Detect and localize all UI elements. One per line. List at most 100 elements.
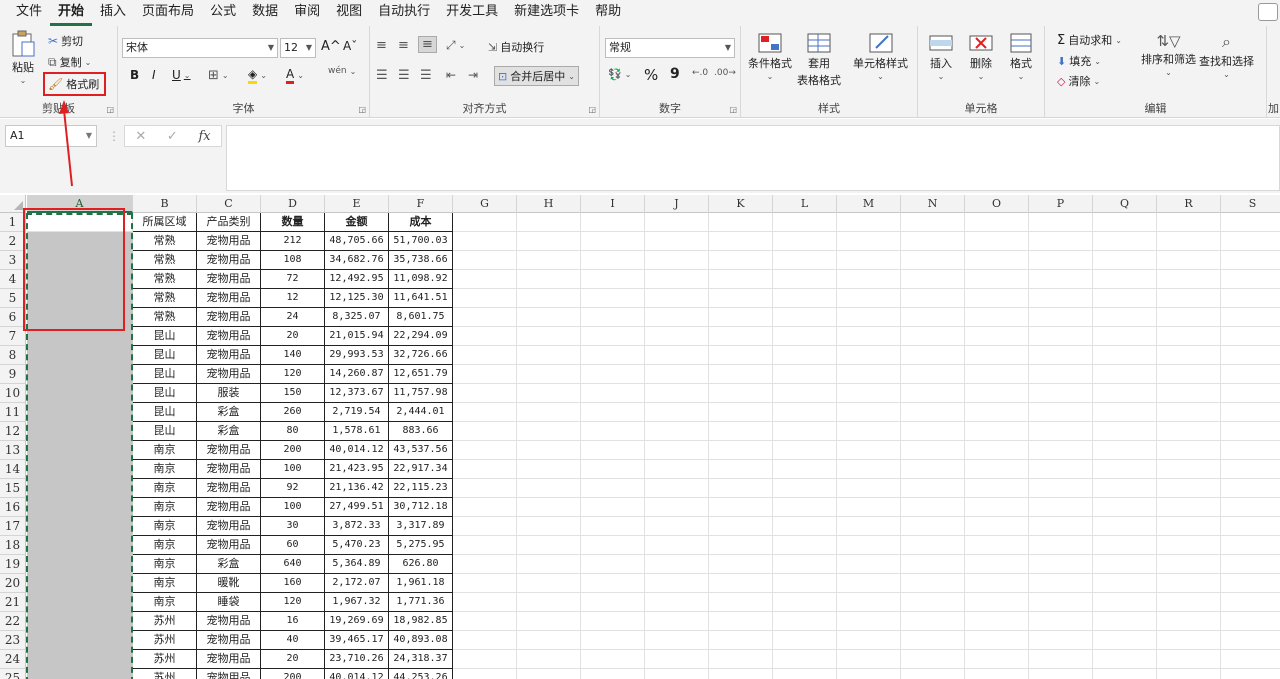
empty-cell[interactable] [1029, 669, 1093, 679]
empty-cell[interactable] [901, 346, 965, 365]
empty-cell[interactable] [709, 327, 773, 346]
data-cell[interactable]: 21,015.94 [325, 327, 389, 346]
empty-cell[interactable] [965, 422, 1029, 441]
cell-a20[interactable] [27, 574, 133, 593]
empty-cell[interactable] [581, 251, 645, 270]
data-cell[interactable]: 40,014.12 [325, 441, 389, 460]
empty-cell[interactable] [901, 213, 965, 232]
empty-cell[interactable] [1157, 365, 1221, 384]
data-cell[interactable]: 34,682.76 [325, 251, 389, 270]
empty-cell[interactable] [1093, 441, 1157, 460]
empty-cell[interactable] [709, 631, 773, 650]
header-cell[interactable]: 产品类别 [197, 213, 261, 232]
data-cell[interactable]: 宠物用品 [197, 270, 261, 289]
empty-cell[interactable] [1093, 270, 1157, 289]
data-cell[interactable]: 睡袋 [197, 593, 261, 612]
data-cell[interactable]: 60 [261, 536, 325, 555]
empty-cell[interactable] [1157, 498, 1221, 517]
data-cell[interactable]: 南京 [133, 574, 197, 593]
empty-cell[interactable] [1093, 422, 1157, 441]
data-cell[interactable]: 昆山 [133, 422, 197, 441]
data-cell[interactable]: 640 [261, 555, 325, 574]
empty-cell[interactable] [517, 460, 581, 479]
row-header[interactable]: 22 [0, 612, 26, 631]
empty-cell[interactable] [837, 441, 901, 460]
empty-cell[interactable] [965, 460, 1029, 479]
empty-cell[interactable] [1221, 498, 1280, 517]
empty-cell[interactable] [837, 479, 901, 498]
data-cell[interactable]: 常熟 [133, 289, 197, 308]
empty-cell[interactable] [453, 403, 517, 422]
empty-cell[interactable] [1221, 631, 1280, 650]
data-cell[interactable]: 11,098.92 [389, 270, 453, 289]
empty-cell[interactable] [581, 232, 645, 251]
insert-function-icon[interactable]: fx [198, 129, 210, 144]
menu-tab[interactable]: 页面布局 [134, 0, 202, 26]
empty-cell[interactable] [901, 251, 965, 270]
column-header-n[interactable]: N [901, 195, 965, 213]
empty-cell[interactable] [645, 517, 709, 536]
data-cell[interactable]: 200 [261, 669, 325, 679]
empty-cell[interactable] [965, 213, 1029, 232]
empty-cell[interactable] [1221, 365, 1280, 384]
empty-cell[interactable] [1093, 517, 1157, 536]
empty-cell[interactable] [517, 384, 581, 403]
empty-cell[interactable] [773, 631, 837, 650]
empty-cell[interactable] [965, 403, 1029, 422]
data-cell[interactable]: 23,710.26 [325, 650, 389, 669]
empty-cell[interactable] [965, 669, 1029, 679]
column-header-k[interactable]: K [709, 195, 773, 213]
empty-cell[interactable] [517, 232, 581, 251]
cell-a25[interactable] [27, 669, 133, 679]
empty-cell[interactable] [581, 441, 645, 460]
empty-cell[interactable] [581, 631, 645, 650]
empty-cell[interactable] [709, 232, 773, 251]
empty-cell[interactable] [1221, 251, 1280, 270]
empty-cell[interactable] [1093, 536, 1157, 555]
empty-cell[interactable] [1029, 251, 1093, 270]
empty-cell[interactable] [645, 270, 709, 289]
data-cell[interactable]: 150 [261, 384, 325, 403]
empty-cell[interactable] [1157, 441, 1221, 460]
empty-cell[interactable] [709, 555, 773, 574]
column-header-r[interactable]: R [1157, 195, 1221, 213]
empty-cell[interactable] [837, 327, 901, 346]
empty-cell[interactable] [517, 479, 581, 498]
empty-cell[interactable] [453, 384, 517, 403]
empty-cell[interactable] [773, 479, 837, 498]
data-cell[interactable]: 19,269.69 [325, 612, 389, 631]
header-cell[interactable]: 数量 [261, 213, 325, 232]
dialog-launcher-icon[interactable]: ◲ [729, 105, 737, 114]
empty-cell[interactable] [453, 593, 517, 612]
column-header-c[interactable]: C [197, 195, 261, 213]
empty-cell[interactable] [965, 498, 1029, 517]
data-cell[interactable]: 南京 [133, 460, 197, 479]
empty-cell[interactable] [581, 384, 645, 403]
data-cell[interactable]: 常熟 [133, 232, 197, 251]
empty-cell[interactable] [1093, 555, 1157, 574]
data-cell[interactable]: 5,364.89 [325, 555, 389, 574]
empty-cell[interactable] [965, 327, 1029, 346]
cancel-icon[interactable]: ✕ [135, 129, 146, 144]
cell-a21[interactable] [27, 593, 133, 612]
empty-cell[interactable] [773, 650, 837, 669]
empty-cell[interactable] [1157, 289, 1221, 308]
comma-button[interactable]: 9 [670, 66, 680, 82]
empty-cell[interactable] [1093, 327, 1157, 346]
bold-button[interactable]: B [130, 68, 139, 82]
data-cell[interactable]: 南京 [133, 479, 197, 498]
empty-cell[interactable] [1029, 365, 1093, 384]
empty-cell[interactable] [709, 251, 773, 270]
select-all-button[interactable] [0, 195, 26, 213]
empty-cell[interactable] [965, 631, 1029, 650]
cell-a8[interactable] [27, 346, 133, 365]
empty-cell[interactable] [773, 555, 837, 574]
borders-button[interactable]: ⊞ ⌄ [208, 68, 229, 83]
data-cell[interactable]: 1,578.61 [325, 422, 389, 441]
empty-cell[interactable] [1221, 574, 1280, 593]
row-header[interactable]: 3 [0, 251, 26, 270]
empty-cell[interactable] [1221, 536, 1280, 555]
cell-a2[interactable] [27, 232, 133, 251]
empty-cell[interactable] [581, 555, 645, 574]
empty-cell[interactable] [1221, 327, 1280, 346]
